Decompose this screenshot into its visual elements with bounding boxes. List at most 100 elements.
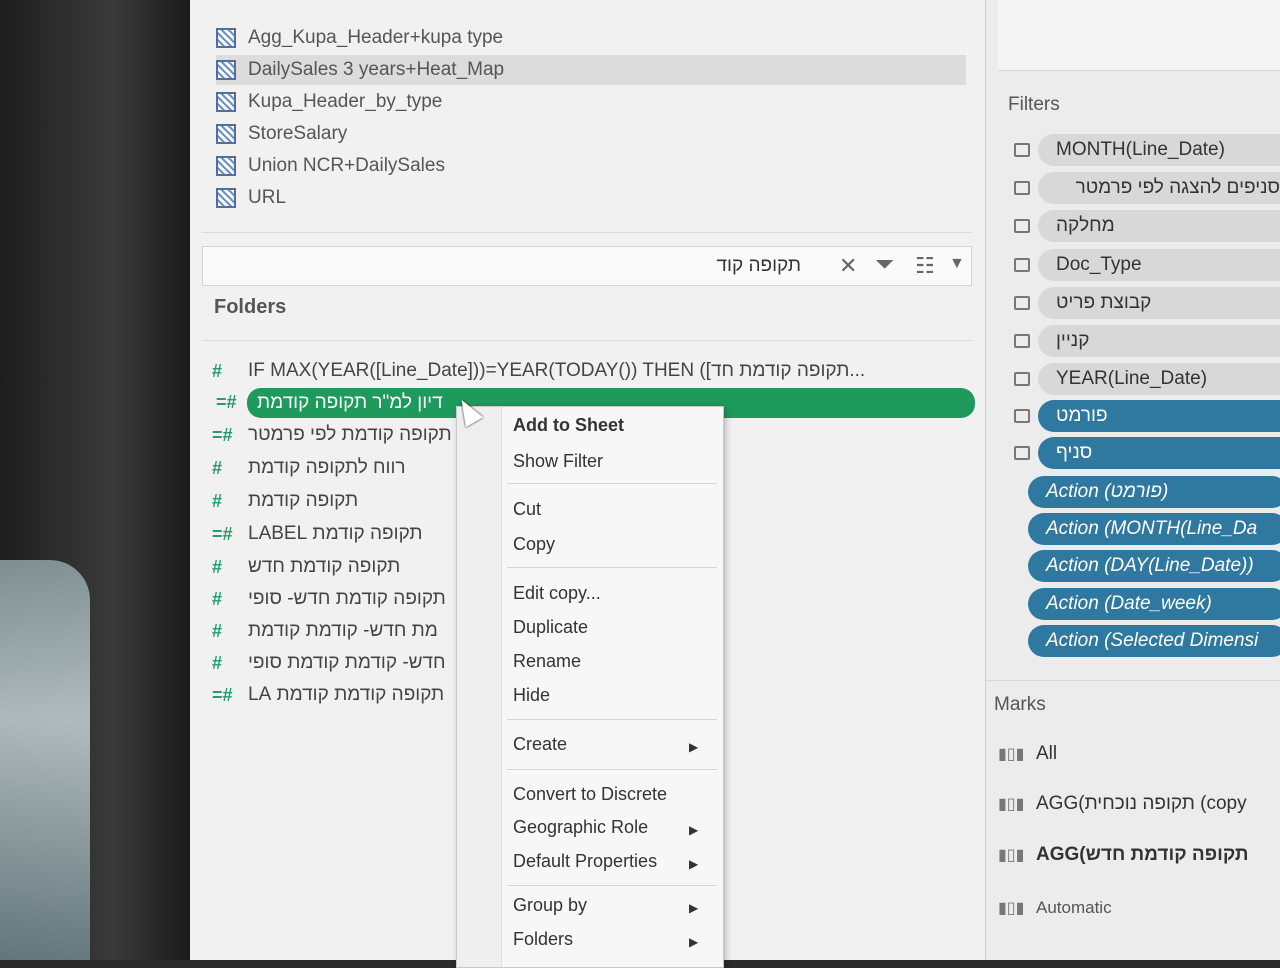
menu-item-convert-to-discrete[interactable]: Convert to Discrete [513,784,667,805]
datasource-label: StoreSalary [248,123,348,144]
action-filter-pill[interactable]: Action (Selected Dimensi [1028,625,1280,657]
field-item[interactable]: # IF MAX(YEAR([Line_Date]))=YEAR(TODAY())… [212,356,972,386]
field-label: רווח לתקופה קודמת [248,457,406,478]
datasource-label: Agg_Kupa_Header+kupa type [248,27,504,48]
filter-card-icon [1014,372,1030,386]
measure-icon: # [212,620,223,641]
chevron-down-icon[interactable]: ▼ [949,255,965,273]
columns-shelf[interactable] [998,0,1280,71]
datasource-icon [216,156,236,176]
filters-title: Filters [1008,94,1060,115]
datasource-icon [216,188,236,208]
measure-icon: # [212,556,223,577]
background-bottle [0,560,90,960]
close-icon[interactable]: ✕ [839,253,857,279]
menu-item-rename[interactable]: Rename [513,651,581,672]
measure-icon: # [212,457,223,478]
menu-item-add-to-sheet[interactable]: Add to Sheet [513,415,624,436]
datasource-icon [216,60,236,80]
filter-card-icon [1014,181,1030,195]
action-filter-pill[interactable]: Action (MONTH(Line_Da [1028,513,1280,545]
datasource-icon [216,92,236,112]
datasource-item[interactable]: Union NCR+DailySales [216,151,966,181]
menu-item-hide[interactable]: Hide [513,685,550,706]
menu-item-edit-copy[interactable]: Edit copy... [513,583,601,604]
filter-pill[interactable]: Doc_Type [1038,249,1280,281]
filter-card-icon [1014,334,1030,348]
menu-separator [507,567,717,568]
marks-tab[interactable]: ▮▯▮ AGG(תקופה קודמת חדש [998,835,1280,875]
filter-pill[interactable]: MONTH(Line_Date) [1038,134,1280,166]
submenu-arrow-icon: ▶ [689,823,699,837]
menu-item-cut[interactable]: Cut [513,499,541,520]
context-menu: Add to Sheet Show Filter Cut Copy Edit c… [456,406,724,968]
menu-item-folders[interactable]: Folders [513,929,573,950]
measure-icon: # [212,490,223,511]
datasource-label: DailySales 3 years+Heat_Map [248,59,505,80]
marks-tab-label: AGG(תקופה קודמת חדש [1036,844,1249,865]
field-label: דיון למ"ר תקופה קודמת [257,392,443,413]
datasource-icon [216,28,236,48]
menu-item-default-properties[interactable]: Default Properties [513,851,657,872]
datasource-item-selected[interactable]: DailySales 3 years+Heat_Map [216,55,966,85]
datasource-item[interactable]: StoreSalary [216,119,966,149]
measure-icon: =# [212,424,233,445]
filter-card-icon [1014,219,1030,233]
marks-tab[interactable]: ▮▯▮ AGG(תקופה נוכחית (copy [998,784,1280,824]
datasource-item[interactable]: URL [216,183,966,213]
filter-icon[interactable]: ⏷ [875,251,894,279]
marks-tab-label: AGG(תקופה נוכחית (copy [1036,793,1247,814]
field-label: תקופה קודמת קודמת LA [248,684,445,705]
marks-tab-all[interactable]: ▮▯▮ All [998,734,1280,774]
filter-pill[interactable]: סניפים להצגה לפי פרמטר [1038,172,1280,204]
list-view-icon[interactable]: ☷ [915,253,935,279]
field-label: תקופה קודמת חדש [248,556,401,577]
folders-title: Folders [214,296,287,318]
marks-title: Marks [994,694,1046,715]
menu-item-show-filter[interactable]: Show Filter [513,451,603,472]
mark-type-dropdown[interactable]: ▮▯▮ Automatic [998,888,1280,928]
menu-item-duplicate[interactable]: Duplicate [513,617,588,638]
submenu-arrow-icon: ▶ [689,857,699,871]
datasource-item[interactable]: Agg_Kupa_Header+kupa type [216,23,966,53]
filter-pill[interactable]: YEAR(Line_Date) [1038,363,1280,395]
menu-item-group-by[interactable]: Group by [513,895,587,916]
field-label: תקופה קודמת חדש- סופי [248,588,446,609]
action-filter-pill[interactable]: Action (Date_week) [1028,588,1280,620]
filter-pill[interactable]: קניין [1038,325,1280,357]
bar-chart-icon: ▮▯▮ [998,847,1025,864]
submenu-arrow-icon: ▶ [689,740,699,754]
filter-card-icon [1014,409,1030,423]
menu-separator [507,483,717,484]
menu-separator [507,719,717,720]
divider [202,340,972,341]
field-label: חדש- קודמת קודמת סופי [248,652,446,673]
field-label: IF MAX(YEAR([Line_Date]))=YEAR(TODAY()) … [248,360,866,381]
action-filter-pill[interactable]: Action (פורמט) [1028,476,1280,508]
filter-card-icon [1014,143,1030,157]
menu-separator [507,769,717,770]
filter-pill[interactable]: מחלקה [1038,210,1280,242]
measure-icon: =# [216,392,237,412]
field-label: תקופה קודמת לפי פרמטר [248,424,452,445]
bar-chart-icon: ▮▯▮ [998,746,1025,763]
menu-item-geographic-role[interactable]: Geographic Role [513,817,648,838]
menu-item-create[interactable]: Create [513,734,567,755]
filter-card-icon [1014,446,1030,460]
menu-item-copy[interactable]: Copy [513,534,555,555]
submenu-arrow-icon: ▶ [689,935,699,949]
datasource-label: Kupa_Header_by_type [248,91,443,112]
filter-pill-blue[interactable]: סניף [1038,437,1280,469]
datasource-item[interactable]: Kupa_Header_by_type [216,87,966,117]
filter-pill[interactable]: קבוצת פריט [1038,287,1280,319]
filter-card-icon [1014,258,1030,272]
search-input[interactable]: תקופה קוד ✕ ⏷ ☷ ▼ [202,246,972,286]
bar-chart-icon: ▮▯▮ [998,900,1025,917]
measure-icon: # [212,588,223,609]
datasource-icon [216,124,236,144]
action-filter-pill[interactable]: Action (DAY(Line_Date)) [1028,550,1280,582]
filter-pill-blue[interactable]: פורמט [1038,400,1280,432]
divider [202,232,972,233]
datasource-label: Union NCR+DailySales [248,155,445,176]
measure-icon: =# [212,523,233,544]
